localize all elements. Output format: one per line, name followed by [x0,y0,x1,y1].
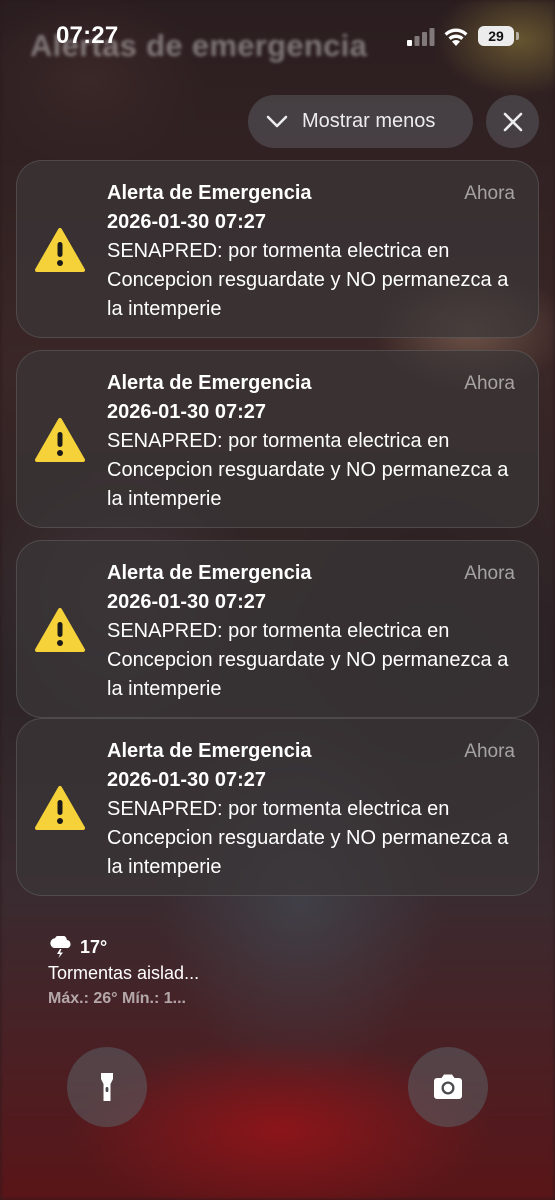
close-icon [503,112,522,131]
notification-title: Alerta de Emergencia [107,372,312,394]
notification-time: Ahora [464,183,515,204]
notification-body: SENAPRED: por tormenta electrica en Conc… [107,798,509,878]
notification-time: Ahora [464,563,515,584]
camera-icon [434,1074,462,1099]
flashlight-icon [101,1073,113,1101]
notification-title: Alerta de Emergencia [107,740,312,762]
notification-body: SENAPRED: por tormenta electrica en Conc… [107,430,509,510]
notification-card[interactable]: Alerta de Emergencia 2026-01-30 07:27 SE… [16,540,539,718]
notification-title: Alerta de Emergencia [107,562,312,584]
warning-icon [35,418,85,462]
notification-time: Ahora [464,741,515,762]
show-less-button[interactable]: Mostrar menos [248,95,473,148]
weather-temperature: 17° [80,936,108,957]
thunderstorm-icon [50,936,71,958]
weather-temperature-row: 17° [48,936,199,958]
cellular-signal-icon [407,28,435,46]
warning-icon [35,228,85,272]
notification-card[interactable]: Alerta de Emergencia 2026-01-30 07:27 SE… [16,350,539,528]
notification-card[interactable]: Alerta de Emergencia 2026-01-30 07:27 SE… [16,160,539,338]
clear-notifications-button[interactable] [486,95,539,148]
notification-date: 2026-01-30 07:27 [107,591,267,613]
battery-cap [516,32,519,40]
notification-body: SENAPRED: por tormenta electrica en Conc… [107,240,509,320]
warning-icon [35,786,85,830]
notification-date: 2026-01-30 07:27 [107,211,267,233]
weather-condition: Tormentas aislad... [48,963,200,983]
status-bar: 07:27 29 [0,0,555,70]
weather-range: Máx.: 26° Mín.: 1... [48,990,186,1007]
show-less-label: Mostrar menos [302,110,436,132]
notification-date: 2026-01-30 07:27 [107,769,267,791]
warning-icon [35,608,85,652]
wifi-icon [444,28,468,46]
chevron-down-icon [266,115,288,127]
notification-card[interactable]: Alerta de Emergencia 2026-01-30 07:27 SE… [16,718,539,896]
notification-body: SENAPRED: por tormenta electrica en Conc… [107,620,509,700]
notification-time: Ahora [464,373,515,394]
weather-widget[interactable]: 17° Tormentas aislad... Máx.: 26° Mín.: … [48,936,199,1008]
status-time: 07:27 [56,22,119,49]
notification-title: Alerta de Emergencia [107,182,312,204]
flashlight-button[interactable] [67,1047,147,1127]
camera-button[interactable] [408,1047,488,1127]
battery-indicator: 29 [478,26,514,46]
notification-date: 2026-01-30 07:27 [107,401,267,423]
